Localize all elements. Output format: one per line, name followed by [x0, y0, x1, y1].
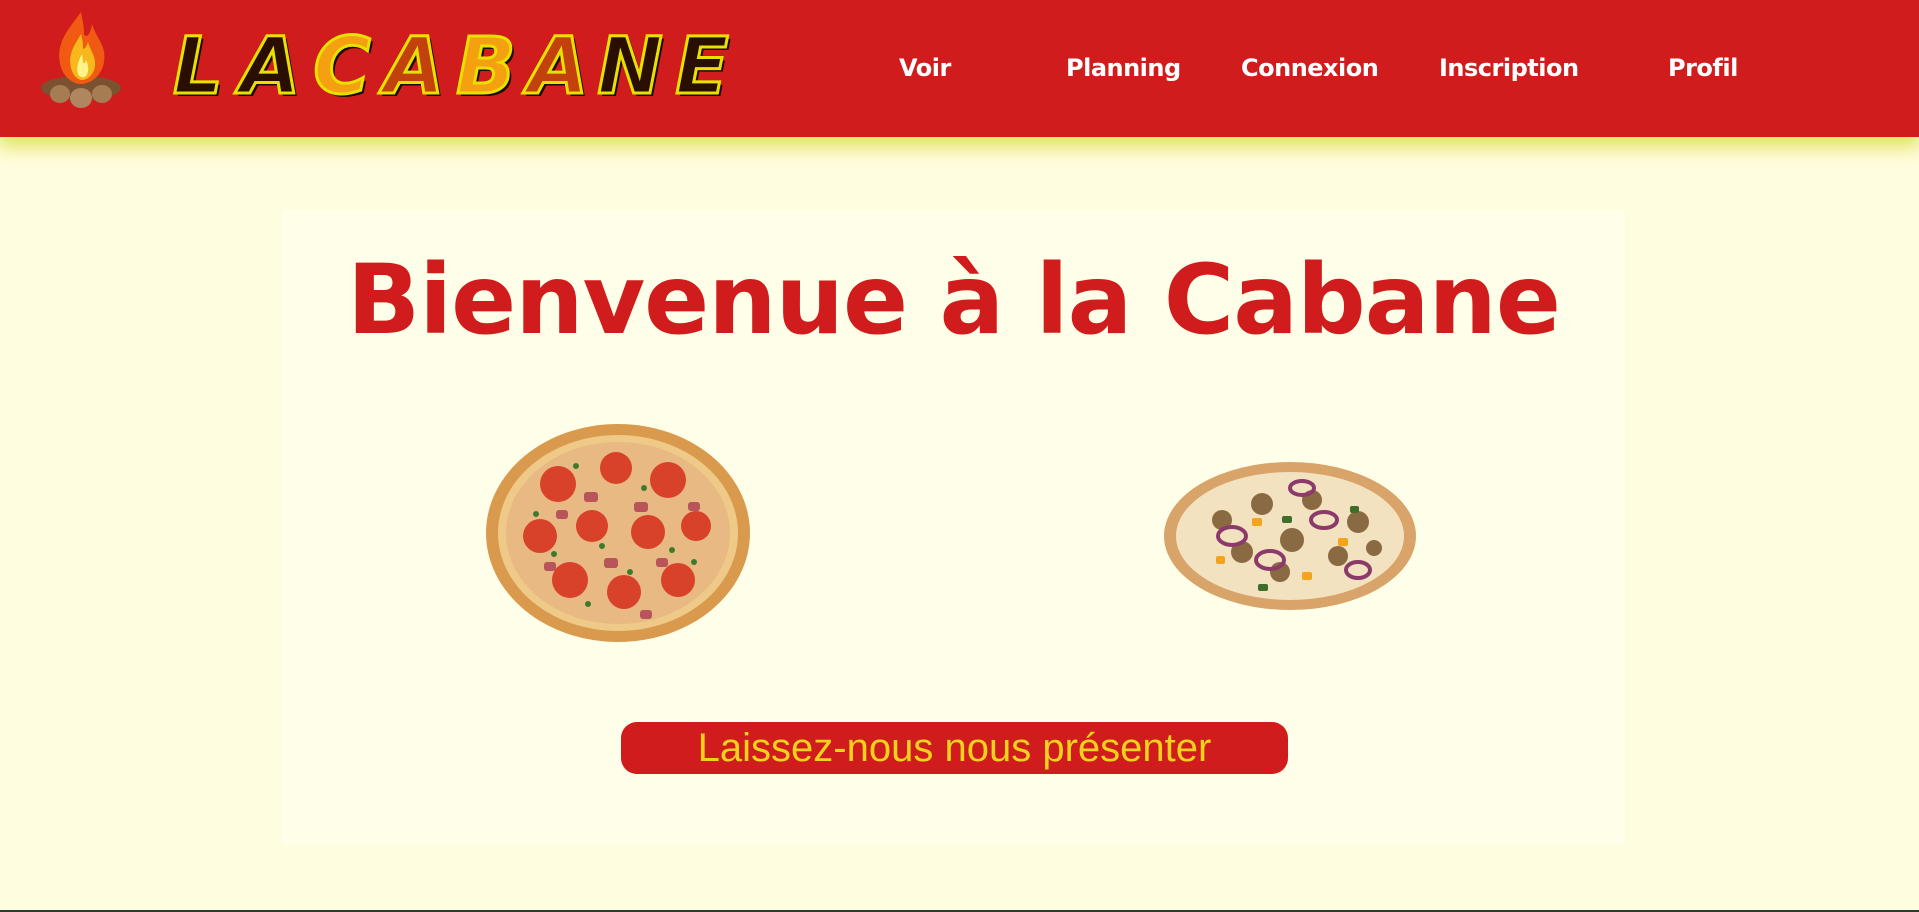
nav-link-connexion[interactable]: Connexion — [1241, 48, 1379, 88]
welcome-card: Bienvenue à la Cabane Laissez-nous nous … — [282, 210, 1625, 845]
site-header: L A C A B A N E Voir Planning Connexion … — [0, 0, 1919, 137]
nav-link-inscription[interactable]: Inscription — [1439, 48, 1579, 88]
pizza-image — [1164, 462, 1416, 610]
nav-link-voir[interactable]: Voir — [899, 48, 951, 88]
introduce-us-button[interactable]: Laissez-nous nous présenter — [621, 722, 1288, 774]
pizza-image — [486, 424, 750, 642]
page-title: Bienvenue à la Cabane — [347, 244, 1561, 356]
nav-link-profil[interactable]: Profil — [1668, 48, 1738, 88]
nav-link-planning[interactable]: Planning — [1066, 48, 1181, 88]
main-nav: Voir Planning Connexion Inscription Prof… — [0, 48, 1919, 88]
